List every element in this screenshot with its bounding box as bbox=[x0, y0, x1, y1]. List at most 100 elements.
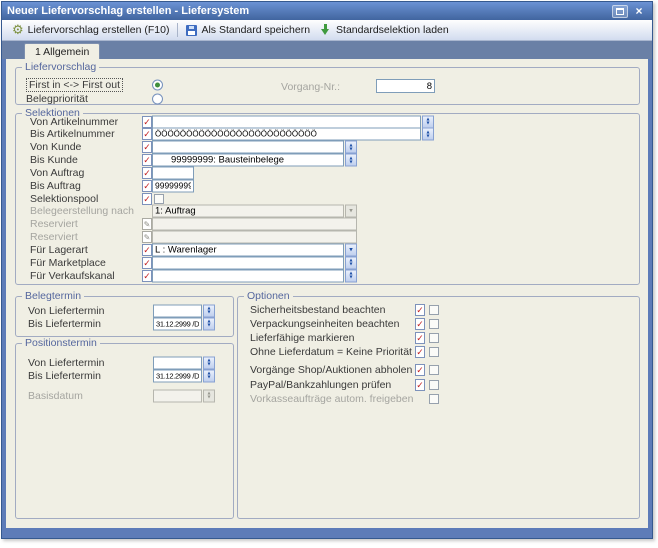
spinner-button[interactable] bbox=[422, 128, 434, 141]
bis-artikelnummer-label: Bis Artikelnummer bbox=[30, 128, 115, 140]
dropdown-arrow-icon[interactable] bbox=[345, 244, 357, 257]
selection-toggle-icon[interactable] bbox=[142, 193, 152, 205]
spinner-button[interactable] bbox=[345, 141, 357, 154]
bis-liefertermin-input[interactable]: 31.12.2999 /Di bbox=[153, 369, 215, 382]
titlebar: Neuer Liefervorschlag erstellen - Liefer… bbox=[2, 2, 652, 20]
selektionspool-label: Selektionspool bbox=[30, 193, 98, 205]
selection-toggle-icon[interactable] bbox=[142, 180, 152, 192]
selection-row: Bis Auftrag99999999 bbox=[16, 179, 639, 192]
selection-toggle-icon[interactable] bbox=[142, 167, 152, 179]
spinner-button[interactable] bbox=[345, 269, 357, 282]
selection-row: Reserviert bbox=[16, 218, 639, 231]
ohne-lieferdatum-keine-prioritaet-label: Ohne Lieferdatum = Keine Priorität bbox=[250, 346, 412, 358]
bis-kunde-value: 99999999: Bausteinbelege bbox=[155, 155, 341, 166]
toolbar-button-load-default-selection[interactable]: Standardselektion laden bbox=[315, 23, 454, 37]
selection-toggle-icon[interactable] bbox=[415, 346, 425, 358]
group-title: Positionstermin bbox=[22, 337, 100, 350]
radio-belegprioritaet[interactable] bbox=[152, 93, 163, 104]
toolbar-button-label: Als Standard speichern bbox=[201, 24, 310, 36]
selection-row: Bis Artikelnummer ÖÖÖÖÖÖÖÖÖÖÖÖÖÖÖÖÖÖÖÖÖÖÖ… bbox=[16, 128, 639, 141]
reserviert-label: Reserviert bbox=[30, 231, 78, 243]
selektionspool-checkbox[interactable] bbox=[154, 194, 164, 204]
selection-row: Von Artikelnummer bbox=[16, 115, 639, 128]
spinner-button[interactable] bbox=[203, 304, 215, 317]
vorkasseauftraege-autom-freigeben-label: Vorkasseaufträge autom. freigeben bbox=[250, 393, 413, 405]
sicherheitsbestand-beachten-checkbox[interactable] bbox=[429, 305, 439, 315]
vorgaenge-shop-auktionen-abholen-label: Vorgänge Shop/Auktionen abholen bbox=[250, 364, 412, 376]
option-row: PayPal/Bankzahlungen prüfen bbox=[238, 378, 639, 391]
von-auftrag-input[interactable] bbox=[152, 166, 194, 179]
von-liefertermin-input[interactable] bbox=[153, 304, 215, 317]
selection-row: Reserviert bbox=[16, 231, 639, 244]
verpackungseinheiten-beachten-checkbox[interactable] bbox=[429, 319, 439, 329]
selection-row: Für LagerartL : Warenlager bbox=[16, 244, 639, 257]
selection-toggle-icon[interactable] bbox=[142, 244, 152, 256]
bis-auftrag-value: 99999999 bbox=[155, 180, 191, 191]
toolbar-button-create-delivery-proposal[interactable]: Liefervorschlag erstellen (F10) bbox=[7, 22, 174, 38]
reserviert-input bbox=[152, 218, 357, 231]
von-artikelnummer-input[interactable] bbox=[152, 115, 434, 128]
lieferfaehige-markieren-checkbox[interactable] bbox=[429, 333, 439, 343]
spinner-button[interactable] bbox=[203, 356, 215, 369]
radio-row: Belegpriorität bbox=[16, 92, 639, 105]
maximize-button[interactable] bbox=[612, 5, 628, 18]
spinner-button[interactable] bbox=[203, 317, 215, 330]
fuer-marketplace-input[interactable] bbox=[152, 256, 357, 269]
toolbar-button-label: Liefervorschlag erstellen (F10) bbox=[28, 24, 170, 36]
radio-label-belegprioritaet: Belegpriorität bbox=[26, 93, 88, 105]
selection-toggle-icon[interactable] bbox=[142, 116, 152, 128]
bis-auftrag-input[interactable]: 99999999 bbox=[152, 179, 194, 192]
fuer-marketplace-label: Für Marketplace bbox=[30, 257, 106, 269]
group-title: Belegtermin bbox=[22, 290, 84, 303]
group-selektionen: Selektionen Von ArtikelnummerBis Artikel… bbox=[15, 113, 640, 285]
selection-toggle-icon[interactable] bbox=[415, 304, 425, 316]
bis-liefertermin-label: Bis Liefertermin bbox=[28, 318, 101, 330]
selection-toggle-icon[interactable] bbox=[142, 257, 152, 269]
fuer-lagerart-dropdown[interactable]: L : Warenlager bbox=[152, 244, 357, 257]
von-artikelnummer-label: Von Artikelnummer bbox=[30, 116, 118, 128]
vorkasseauftraege-autom-freigeben-checkbox bbox=[429, 394, 439, 404]
selection-toggle-icon[interactable] bbox=[142, 270, 152, 282]
selection-toggle-icon[interactable] bbox=[415, 332, 425, 344]
spinner-button[interactable] bbox=[345, 256, 357, 269]
fuer-verkaufskanal-input[interactable] bbox=[152, 269, 357, 282]
dropdown-arrow-icon bbox=[345, 205, 357, 218]
selection-toggle-icon[interactable] bbox=[142, 128, 152, 140]
belegeerstellung-nach-label: Belegeerstellung nach bbox=[30, 205, 134, 217]
group-title: Liefervorschlag bbox=[22, 61, 99, 74]
selection-toggle-icon[interactable] bbox=[415, 379, 425, 391]
von-kunde-input[interactable] bbox=[152, 141, 357, 154]
selection-row: Belegeerstellung nach1: Auftrag bbox=[16, 205, 639, 218]
bis-liefertermin-input[interactable]: 31.12.2999 /Di bbox=[153, 317, 215, 330]
vorgaenge-shop-auktionen-abholen-checkbox[interactable] bbox=[429, 365, 439, 375]
toolbar-button-label: Standardselektion laden bbox=[336, 24, 449, 36]
spinner-button[interactable] bbox=[203, 369, 215, 382]
selection-row: Bis Kunde99999999: Bausteinbelege bbox=[16, 154, 639, 167]
selection-toggle-icon[interactable] bbox=[415, 318, 425, 330]
basisdatum-label: Basisdatum bbox=[28, 390, 83, 402]
bis-artikelnummer-input[interactable]: ÖÖÖÖÖÖÖÖÖÖÖÖÖÖÖÖÖÖÖÖÖÖÖÖÖÖ bbox=[152, 128, 434, 141]
ohne-lieferdatum-keine-prioritaet-checkbox[interactable] bbox=[429, 347, 439, 357]
option-row: Vorkasseaufträge autom. freigeben bbox=[238, 392, 639, 405]
save-icon bbox=[186, 25, 197, 36]
toolbar-button-save-as-default[interactable]: Als Standard speichern bbox=[181, 23, 315, 37]
paypal-bankzahlungen-pruefen-label: PayPal/Bankzahlungen prüfen bbox=[250, 379, 391, 391]
vorgang-nr-input[interactable]: 8 bbox=[376, 79, 435, 93]
selection-toggle-icon[interactable] bbox=[142, 141, 152, 153]
selection-toggle-icon[interactable] bbox=[142, 154, 152, 166]
selection-toggle-icon[interactable] bbox=[415, 364, 425, 376]
close-button[interactable] bbox=[631, 5, 647, 18]
radio-first-in-first-out[interactable] bbox=[152, 79, 163, 90]
group-belegtermin: Belegtermin Von LieferterminBis Lieferte… bbox=[15, 296, 234, 337]
vorgang-nr-value: 8 bbox=[379, 81, 432, 92]
von-liefertermin-input[interactable] bbox=[153, 356, 215, 369]
bis-kunde-input[interactable]: 99999999: Bausteinbelege bbox=[152, 154, 357, 167]
spinner-button[interactable] bbox=[345, 154, 357, 167]
tab-strip: 1 Allgemein bbox=[2, 41, 652, 59]
dialog-window: Neuer Liefervorschlag erstellen - Liefer… bbox=[1, 1, 653, 539]
paypal-bankzahlungen-pruefen-checkbox[interactable] bbox=[429, 380, 439, 390]
selection-row: Selektionspool bbox=[16, 192, 639, 205]
radio-label-first-in-first-out: First in <-> First out bbox=[26, 78, 123, 92]
tab-allgemein[interactable]: 1 Allgemein bbox=[24, 43, 100, 59]
spinner-button[interactable] bbox=[422, 115, 434, 128]
